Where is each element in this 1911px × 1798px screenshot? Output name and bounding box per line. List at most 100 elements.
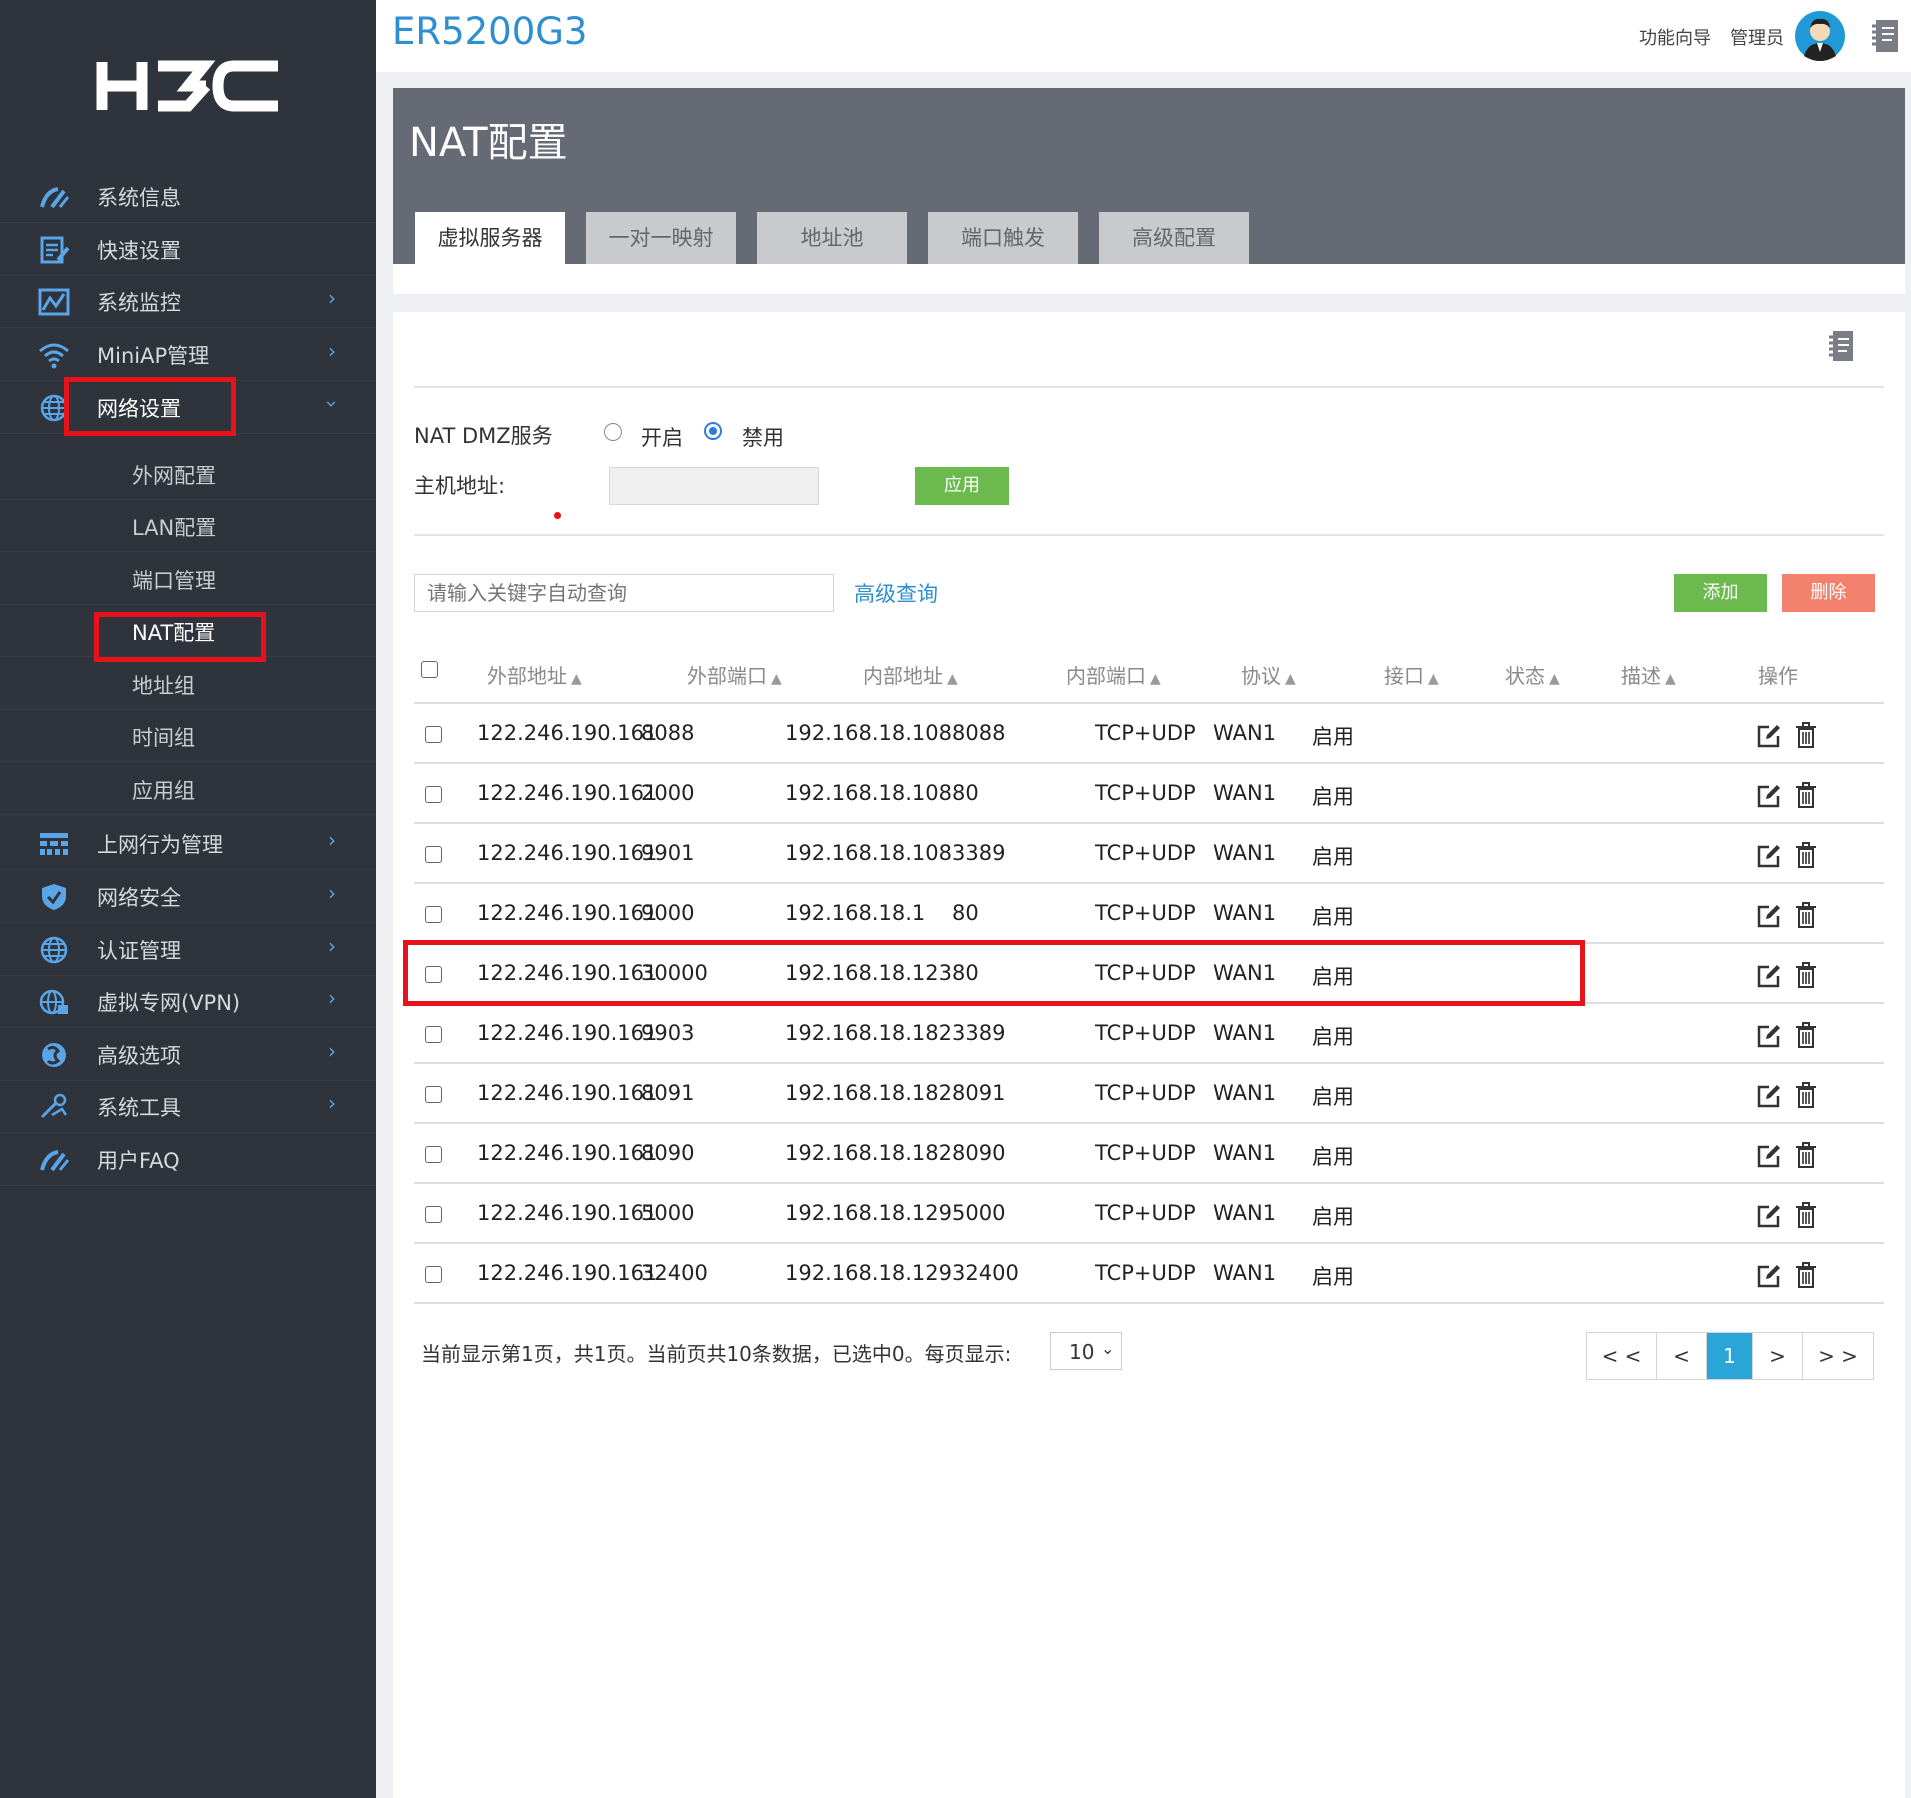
edit-icon[interactable] xyxy=(1756,843,1782,869)
sub-nat-config[interactable]: NAT配置 xyxy=(0,605,376,657)
tab-virtual-server[interactable]: 虚拟服务器 xyxy=(415,212,565,264)
dmz-on-radio[interactable] xyxy=(604,423,622,441)
table-row[interactable]: 122.246.190.161 2000 192.168.18.108 80 TCP+U… xyxy=(414,764,1884,824)
nav-behavior-management[interactable]: 上网行为管理 › xyxy=(0,818,376,870)
sub-lan-config[interactable]: LAN配置 xyxy=(0,500,376,552)
edit-icon[interactable] xyxy=(1756,903,1782,929)
nav-system-tools[interactable]: 系统工具 › xyxy=(0,1081,376,1133)
sub-wan-config[interactable]: 外网配置 xyxy=(0,448,376,500)
add-button[interactable]: 添加 xyxy=(1674,574,1767,612)
page-next-button[interactable]: > xyxy=(1753,1333,1803,1379)
col-external-address[interactable]: 外部地址 ▲ xyxy=(487,660,582,689)
wizard-link[interactable]: 功能向导 xyxy=(1639,24,1711,50)
nav-quick-setup[interactable]: 快速设置 xyxy=(0,224,376,276)
col-internal-port[interactable]: 内部端口 ▲ xyxy=(1066,660,1161,689)
col-protocol[interactable]: 协议 ▲ xyxy=(1241,660,1296,689)
table-row[interactable]: 122.246.190.161 9903 192.168.18.182 3389 TCP… xyxy=(414,1004,1884,1064)
row-checkbox[interactable] xyxy=(425,1206,442,1223)
avatar[interactable] xyxy=(1794,10,1846,62)
sub-app-group[interactable]: 应用组 xyxy=(0,763,376,815)
nav-miniap[interactable]: MiniAP管理 › xyxy=(0,329,376,381)
apply-button[interactable]: 应用 xyxy=(915,467,1009,505)
nav-user-faq[interactable]: 用户FAQ xyxy=(0,1134,376,1186)
table-cell: TCP+UDP xyxy=(1095,1141,1196,1165)
table-cell: 启用 xyxy=(1312,785,1354,809)
edit-icon[interactable] xyxy=(1756,1023,1782,1049)
sort-up-icon: ▲ xyxy=(1665,671,1676,687)
edit-icon[interactable] xyxy=(1756,783,1782,809)
host-address-input[interactable] xyxy=(609,467,819,505)
row-checkbox[interactable] xyxy=(425,846,442,863)
trash-icon[interactable] xyxy=(1795,1021,1817,1049)
trash-icon[interactable] xyxy=(1795,1141,1817,1169)
trash-icon[interactable] xyxy=(1795,1261,1817,1289)
edit-icon[interactable] xyxy=(1756,1263,1782,1289)
admin-link[interactable]: 管理员 xyxy=(1730,24,1784,50)
dmz-off-label: 禁用 xyxy=(742,426,784,450)
page-prev-button[interactable]: < xyxy=(1657,1333,1707,1379)
nav-network-security[interactable]: 网络安全 › xyxy=(0,871,376,923)
nav-auth-management[interactable]: 认证管理 › xyxy=(0,924,376,976)
tab-advanced-config[interactable]: 高级配置 xyxy=(1099,212,1249,264)
row-checkbox[interactable] xyxy=(425,1266,442,1283)
table-cell: 8091 xyxy=(952,1081,1006,1105)
table-row[interactable]: 122.246.190.161 8091 192.168.18.182 8091 TCP… xyxy=(414,1064,1884,1124)
notebook-icon[interactable] xyxy=(1827,329,1857,363)
trash-icon[interactable] xyxy=(1795,781,1817,809)
page-first-button[interactable]: < < xyxy=(1587,1333,1657,1379)
col-internal-address[interactable]: 内部地址 ▲ xyxy=(863,660,958,689)
page-size-select[interactable]: 10 ⌄ xyxy=(1050,1332,1122,1370)
table-row[interactable]: 122.246.190.161 8090 192.168.18.182 8090 TCP… xyxy=(414,1124,1884,1184)
row-checkbox[interactable] xyxy=(425,1146,442,1163)
table-row[interactable]: 122.246.190.161 32400 192.168.18.129 32400 T… xyxy=(414,1244,1884,1304)
notebook-icon[interactable] xyxy=(1870,18,1902,54)
col-interface[interactable]: 接口 ▲ xyxy=(1384,660,1439,689)
row-checkbox[interactable] xyxy=(425,906,442,923)
row-checkbox[interactable] xyxy=(425,1086,442,1103)
dmz-off-radio[interactable] xyxy=(704,422,722,440)
row-checkbox[interactable] xyxy=(425,726,442,743)
table-cell: 启用 xyxy=(1312,1145,1354,1169)
row-checkbox[interactable] xyxy=(425,1026,442,1043)
col-external-port[interactable]: 外部端口 ▲ xyxy=(687,660,782,689)
tab-port-trigger[interactable]: 端口触发 xyxy=(928,212,1078,264)
advanced-search-link[interactable]: 高级查询 xyxy=(854,578,938,608)
nav-network-settings[interactable]: 网络设置 › xyxy=(0,382,376,434)
col-label: 外部地址 xyxy=(487,664,567,688)
nav-advanced-options[interactable]: 高级选项 › xyxy=(0,1029,376,1081)
trash-icon[interactable] xyxy=(1795,901,1817,929)
col-status[interactable]: 状态 ▲ xyxy=(1505,660,1560,689)
page-current-button[interactable]: 1 xyxy=(1707,1333,1753,1379)
table-row[interactable]: 122.246.190.161 30000 192.168.18.123 80 TCP+… xyxy=(414,944,1884,1004)
edit-icon[interactable] xyxy=(1756,1143,1782,1169)
delete-button[interactable]: 删除 xyxy=(1782,574,1875,612)
sub-address-group[interactable]: 地址组 xyxy=(0,658,376,710)
table-row[interactable]: 122.246.190.161 9901 192.168.18.108 3389 TCP… xyxy=(414,824,1884,884)
trash-icon[interactable] xyxy=(1795,721,1817,749)
select-all-checkbox[interactable] xyxy=(421,661,438,678)
table-row[interactable]: 122.246.190.161 5000 192.168.18.129 5000 TCP… xyxy=(414,1184,1884,1244)
trash-icon[interactable] xyxy=(1795,1201,1817,1229)
search-input[interactable] xyxy=(414,574,834,612)
table-row[interactable]: 122.246.190.161 8088 192.168.18.108 8088 TCP… xyxy=(414,704,1884,764)
edit-icon[interactable] xyxy=(1756,1083,1782,1109)
row-checkbox[interactable] xyxy=(425,966,442,983)
trash-icon[interactable] xyxy=(1795,961,1817,989)
row-checkbox[interactable] xyxy=(425,786,442,803)
table-row[interactable]: 122.246.190.161 9000 192.168.18.1 80 TCP+UDP… xyxy=(414,884,1884,944)
nav-system-monitor[interactable]: 系统监控 › xyxy=(0,276,376,328)
trash-icon[interactable] xyxy=(1795,841,1817,869)
tab-one-to-one[interactable]: 一对一映射 xyxy=(586,212,736,264)
edit-icon[interactable] xyxy=(1756,723,1782,749)
sub-port-management[interactable]: 端口管理 xyxy=(0,553,376,605)
edit-icon[interactable] xyxy=(1756,1203,1782,1229)
trash-icon[interactable] xyxy=(1795,1081,1817,1109)
page-last-button[interactable]: > > xyxy=(1803,1333,1873,1379)
nav-vpn[interactable]: 虚拟专网(VPN) › xyxy=(0,976,376,1028)
table-cell: 8088 xyxy=(641,721,695,745)
edit-icon[interactable] xyxy=(1756,963,1782,989)
sub-time-group[interactable]: 时间组 xyxy=(0,710,376,762)
col-description[interactable]: 描述 ▲ xyxy=(1621,660,1676,689)
tab-address-pool[interactable]: 地址池 xyxy=(757,212,907,264)
nav-system-info[interactable]: 系统信息 xyxy=(0,171,376,223)
